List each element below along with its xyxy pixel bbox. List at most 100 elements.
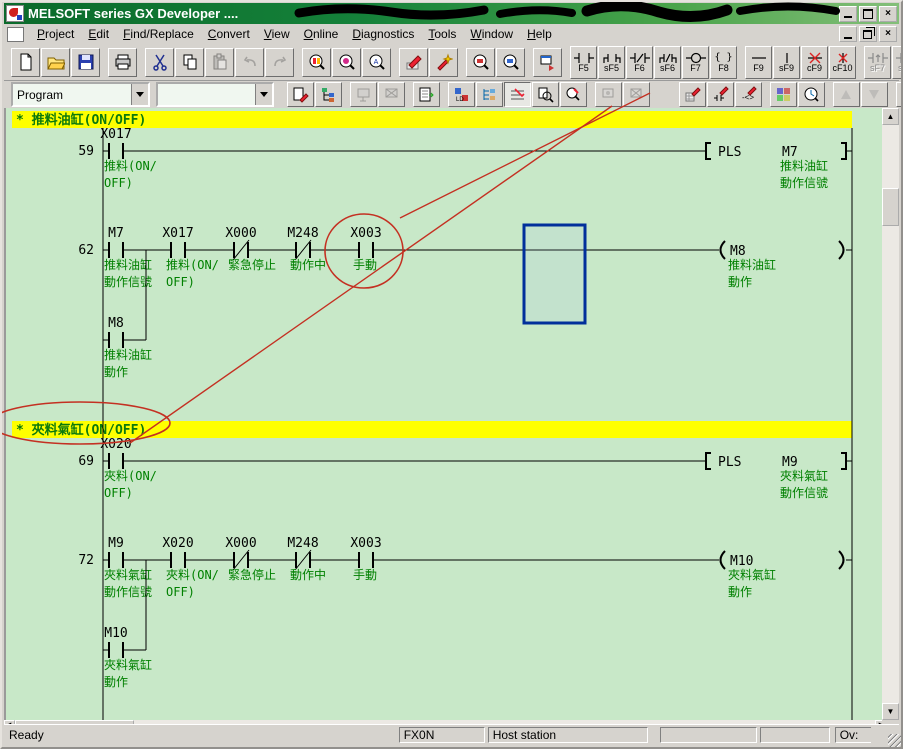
- menu-edit[interactable]: Edit: [81, 25, 116, 43]
- monitor-icon: [600, 86, 617, 103]
- menu-find-replace[interactable]: Find/Replace: [116, 25, 201, 43]
- coil-button-F7[interactable]: F7: [682, 46, 709, 79]
- program-list-button[interactable]: [413, 82, 440, 107]
- monitor-stop-button[interactable]: [623, 82, 650, 107]
- status-station: Host station: [488, 727, 648, 743]
- menu-diagnostics[interactable]: Diagnostics: [345, 25, 421, 43]
- closed-contact-icon: [630, 52, 650, 64]
- comment-display-toggle-button[interactable]: [504, 82, 531, 107]
- coil-icon: [686, 52, 706, 64]
- svg-text:推料油缸: 推料油缸: [104, 347, 152, 362]
- menu-window[interactable]: Window: [463, 25, 520, 43]
- open-contact-button-F5[interactable]: F5: [570, 46, 597, 79]
- resize-grip[interactable]: [888, 734, 901, 747]
- device-comment-button[interactable]: [679, 82, 706, 107]
- magnifier-pencil-icon: [565, 86, 582, 103]
- closed-contact-button-F6[interactable]: F6: [626, 46, 653, 79]
- open-button[interactable]: [41, 48, 70, 77]
- online-read-button[interactable]: [378, 82, 405, 107]
- svg-text:OFF): OFF): [166, 585, 195, 599]
- statement-button[interactable]: [707, 82, 734, 107]
- find-step-button[interactable]: [532, 82, 559, 107]
- menu-project[interactable]: Project: [30, 25, 81, 43]
- svg-text:* 推料油缸(ON/OFF): * 推料油缸(ON/OFF): [16, 112, 146, 128]
- note-button[interactable]: -<>: [735, 82, 762, 107]
- find-instruction-button[interactable]: A: [362, 48, 391, 77]
- print-button[interactable]: [108, 48, 137, 77]
- status-panel-3: [660, 727, 757, 743]
- project-data-edit-button[interactable]: [287, 82, 314, 107]
- menu-tools[interactable]: Tools: [421, 25, 463, 43]
- project-tree-button[interactable]: [315, 82, 342, 107]
- application-instruction-button-F8[interactable]: { }F8: [710, 46, 737, 79]
- mdi-minimize-button[interactable]: [839, 26, 857, 42]
- window-switch-button[interactable]: [533, 48, 562, 77]
- mdi-close-icon: ×: [885, 29, 891, 39]
- find-device-button[interactable]: [302, 48, 331, 77]
- sampling-trace-button[interactable]: [833, 82, 860, 107]
- redo-button[interactable]: [265, 48, 294, 77]
- closed-branch-button-sF6[interactable]: sF6: [654, 46, 681, 79]
- find-contact-button[interactable]: [332, 48, 361, 77]
- ladder-mode-button[interactable]: LD: [448, 82, 475, 107]
- svg-text:X000: X000: [225, 226, 256, 241]
- maximize-button[interactable]: [859, 6, 877, 22]
- device-memory-button[interactable]: [770, 82, 797, 107]
- svg-text:X020: X020: [100, 437, 131, 452]
- close-button[interactable]: ×: [879, 6, 897, 22]
- copy-button[interactable]: [175, 48, 204, 77]
- window-tile-button[interactable]: [896, 82, 903, 107]
- mode-combobox-arrow[interactable]: [131, 84, 148, 105]
- vertical-scrollbar[interactable]: ▲ ▼: [882, 108, 899, 729]
- mdi-child-icon[interactable]: [7, 27, 24, 42]
- edit-cursor[interactable]: [524, 225, 585, 323]
- find-edit-button[interactable]: [560, 82, 587, 107]
- cut-button[interactable]: [145, 48, 174, 77]
- menu-help[interactable]: Help: [520, 25, 559, 43]
- svg-text:OFF): OFF): [166, 275, 195, 289]
- comment-display-icon: [509, 86, 526, 103]
- circuit-write-button[interactable]: [496, 48, 525, 77]
- mode-combobox[interactable]: Program: [11, 82, 150, 107]
- circuit-write-icon: [502, 53, 520, 71]
- comment-edit-button[interactable]: [399, 48, 428, 77]
- undo-button[interactable]: [235, 48, 264, 77]
- delete-vline-button-cF10[interactable]: cF10: [829, 46, 856, 79]
- menu-online[interactable]: Online: [297, 25, 346, 43]
- find-device-icon: [308, 53, 326, 71]
- pulse-up-contact-button-sF7[interactable]: sF7: [864, 46, 891, 79]
- title-bar: MELSOFT series GX Developer .... ×: [4, 3, 899, 24]
- new-button[interactable]: [11, 48, 40, 77]
- minimize-button[interactable]: [839, 6, 857, 22]
- pulse-down-contact-button-sF8[interactable]: sF8: [892, 46, 903, 79]
- contact-M7: [109, 242, 123, 258]
- block-combobox[interactable]: [156, 82, 274, 107]
- svg-text:M9: M9: [782, 455, 798, 470]
- block-combobox-arrow[interactable]: [255, 84, 272, 105]
- menu-view[interactable]: View: [257, 25, 297, 43]
- mdi-close-button[interactable]: ×: [879, 26, 897, 42]
- note-pencil-icon: -<>: [740, 86, 757, 103]
- instruction-list-button[interactable]: [476, 82, 503, 107]
- circuit-read-button[interactable]: [466, 48, 495, 77]
- scroll-down-button[interactable]: ▼: [882, 703, 899, 720]
- delete-hline-button-cF9[interactable]: cF9: [801, 46, 828, 79]
- vertical-scroll-thumb[interactable]: [882, 188, 899, 226]
- open-branch-button-sF5[interactable]: sF5: [598, 46, 625, 79]
- save-button[interactable]: [71, 48, 100, 77]
- device-timer-button[interactable]: [798, 82, 825, 107]
- online-write-button[interactable]: [350, 82, 377, 107]
- menu-convert[interactable]: Convert: [201, 25, 257, 43]
- statement-edit-button[interactable]: [429, 48, 458, 77]
- scroll-up-button[interactable]: ▲: [882, 108, 899, 125]
- horizontal-line-button-F9[interactable]: F9: [745, 46, 772, 79]
- monitor-start-button[interactable]: [595, 82, 622, 107]
- open-contact-icon: [574, 52, 594, 64]
- trace-stop-button[interactable]: [861, 82, 888, 107]
- scroll-down-icon: ▼: [887, 707, 895, 716]
- scissors-icon: [151, 53, 169, 71]
- contact-M8: [109, 332, 123, 348]
- paste-button[interactable]: [205, 48, 234, 77]
- mdi-restore-button[interactable]: [859, 26, 877, 42]
- vertical-line-button-sF9[interactable]: sF9: [773, 46, 800, 79]
